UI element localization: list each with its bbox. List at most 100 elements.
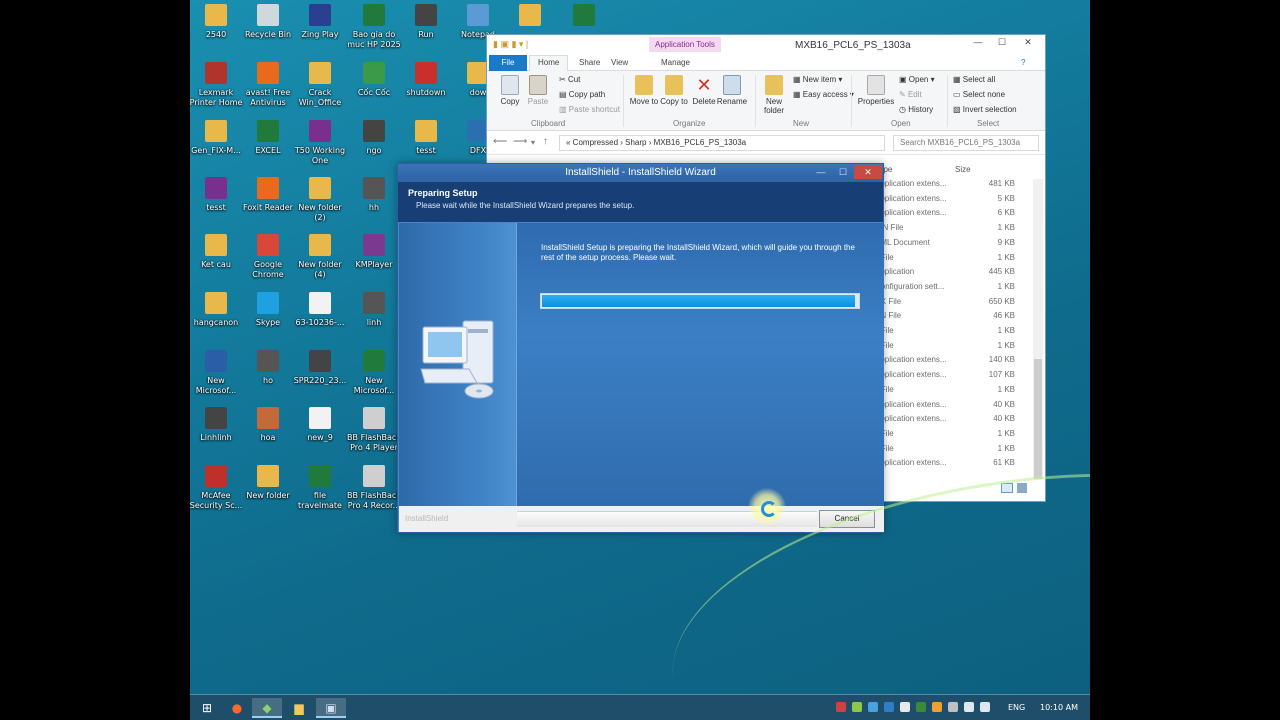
tab-view[interactable]: View xyxy=(611,58,628,67)
cut-button[interactable]: ✂ Cut xyxy=(559,75,580,84)
explorer-title-bar[interactable]: ▮ ▣ ▮ ▾ | Application Tools MXB16_PCL6_P… xyxy=(487,35,1045,55)
start-button-icon[interactable]: ⊞ xyxy=(192,698,222,718)
tray-icon-5[interactable] xyxy=(900,702,910,712)
file-row[interactable]: Application extens... 61 KB xyxy=(875,458,1015,472)
file-row[interactable]: BIN File 1 KB xyxy=(875,223,1015,237)
flashback-recorder-taskbar-icon[interactable]: ▣ xyxy=(316,698,346,718)
up-icon[interactable]: ↑ xyxy=(543,136,548,147)
vertical-scrollbar[interactable] xyxy=(1033,179,1043,479)
file-row[interactable]: ll File 1 KB xyxy=(875,385,1015,399)
desktop-icon[interactable]: ngo xyxy=(346,120,402,156)
tab-file[interactable]: File xyxy=(489,55,527,71)
file-row[interactable]: Application extens... 481 KB xyxy=(875,179,1015,193)
minimize-icon[interactable]: — xyxy=(967,37,989,51)
desktop-icon[interactable]: hoa xyxy=(240,407,296,443)
maximize-icon[interactable]: ☐ xyxy=(991,37,1013,51)
desktop-icon[interactable]: hangcanon xyxy=(190,292,244,328)
file-row[interactable]: Application extens... 40 KB xyxy=(875,414,1015,428)
desktop-icon[interactable] xyxy=(502,4,558,30)
wizard-maximize-icon[interactable]: ☐ xyxy=(832,165,854,179)
tray-icon-4[interactable] xyxy=(884,702,894,712)
properties-button[interactable]: Properties xyxy=(857,73,895,106)
desktop-icon[interactable]: new_9 xyxy=(292,407,348,443)
clock[interactable]: 10:10 AM xyxy=(1040,703,1078,712)
desktop-icon[interactable]: Zing Play xyxy=(292,4,348,40)
new-folder-button[interactable]: New folder xyxy=(757,73,791,115)
language-indicator[interactable]: ENG xyxy=(1008,703,1025,712)
rename-button[interactable]: Rename xyxy=(715,73,749,106)
desktop-icon[interactable]: tesst xyxy=(190,177,244,213)
desktop-icon[interactable]: Gen_FIX-M... xyxy=(190,120,244,156)
desktop-icon[interactable]: New Microsof... xyxy=(346,350,402,396)
file-row[interactable]: Application 445 KB xyxy=(875,267,1015,281)
scrollbar-thumb[interactable] xyxy=(1034,359,1042,479)
desktop-icon[interactable]: 63-10236-... xyxy=(292,292,348,328)
file-row[interactable]: ll File 1 KB xyxy=(875,444,1015,458)
desktop-icon[interactable]: SPR220_23... xyxy=(292,350,348,386)
desktop-icon[interactable]: Run xyxy=(398,4,454,40)
back-icon[interactable]: ⟵ xyxy=(493,136,507,147)
desktop-icon[interactable]: New folder (2) xyxy=(292,177,348,223)
tab-home[interactable]: Home xyxy=(529,55,569,71)
quick-access-toolbar-icon[interactable]: ▮ ▣ ▮ ▾ | xyxy=(493,39,528,50)
desktop-icon[interactable]: Bao gia do muc HP 2025 xyxy=(346,4,402,50)
desktop-icon[interactable]: Linhlinh xyxy=(190,407,244,443)
invert-selection-button[interactable]: ▧ Invert selection xyxy=(953,105,1017,114)
desktop-icon[interactable]: hh xyxy=(346,177,402,213)
file-row[interactable]: ll File 1 KB xyxy=(875,429,1015,443)
file-row[interactable]: ll File 1 KB xyxy=(875,326,1015,340)
desktop-icon[interactable]: Recycle Bin xyxy=(240,4,296,40)
paste-button[interactable]: Paste xyxy=(521,73,555,106)
desktop-icon[interactable]: McAfee Security Sc... xyxy=(190,465,244,511)
address-bar[interactable]: « Compressed › Sharp › MXB16_PCL6_PS_130… xyxy=(559,135,885,151)
desktop-icon[interactable]: New folder (4) xyxy=(292,234,348,280)
desktop-icon[interactable]: Google Chrome xyxy=(240,234,296,280)
desktop-icon[interactable]: file travelmate xyxy=(292,465,348,511)
easy-access-button[interactable]: ▦ Easy access ▾ xyxy=(793,90,854,99)
tray-icon-6[interactable] xyxy=(916,702,926,712)
desktop-icon[interactable]: linh xyxy=(346,292,402,328)
recent-dropdown-icon[interactable]: ▾ xyxy=(531,138,535,147)
desktop-icon[interactable]: ho xyxy=(240,350,296,386)
desktop-icon[interactable] xyxy=(556,4,612,30)
desktop-icon[interactable]: EXCEL xyxy=(240,120,296,156)
desktop-icon[interactable]: Skype xyxy=(240,292,296,328)
desktop-icon[interactable]: BB FlashBack Pro 4 Player xyxy=(346,407,402,453)
file-row[interactable]: Application extens... 140 KB xyxy=(875,355,1015,369)
tab-manage[interactable]: Manage xyxy=(661,58,690,67)
file-row[interactable]: Application extens... 107 KB xyxy=(875,370,1015,384)
desktop-icon[interactable]: Foxit Reader xyxy=(240,177,296,213)
tray-icon-7[interactable] xyxy=(932,702,942,712)
tray-icon-3[interactable] xyxy=(868,702,878,712)
select-all-button[interactable]: ▦ Select all xyxy=(953,75,995,84)
desktop-icon[interactable]: Crack Win_Office xyxy=(292,62,348,108)
tray-icon-2[interactable] xyxy=(852,702,862,712)
file-explorer-taskbar-icon[interactable]: ▆ xyxy=(284,698,314,718)
desktop-icon[interactable]: KMPlayer xyxy=(346,234,402,270)
desktop-icon[interactable]: New Microsof... xyxy=(190,350,244,396)
desktop-icon[interactable]: tesst xyxy=(398,120,454,156)
tray-icon-8[interactable] xyxy=(948,702,958,712)
desktop-icon[interactable]: Lexmark Printer Home xyxy=(190,62,244,108)
desktop-icon[interactable]: avast! Free Antivirus xyxy=(240,62,296,108)
copy-path-button[interactable]: ▤ Copy path xyxy=(559,90,605,99)
close-icon[interactable]: ✕ xyxy=(1017,37,1039,51)
file-row[interactable]: ll File 1 KB xyxy=(875,253,1015,267)
copy-to-button[interactable]: Copy to xyxy=(657,73,691,106)
file-row[interactable]: NX File 650 KB xyxy=(875,297,1015,311)
firefox-taskbar-icon[interactable]: ● xyxy=(222,698,252,718)
desktop-icon[interactable]: shutdown xyxy=(398,62,454,98)
wizard-title-bar[interactable]: InstallShield - InstallShield Wizard — ☐… xyxy=(398,164,883,182)
desktop-icon[interactable]: T50 Working One xyxy=(292,120,348,166)
desktop-icon[interactable]: Cốc Cốc xyxy=(346,62,402,98)
large-icons-view-icon[interactable] xyxy=(1017,483,1027,493)
tray-icon-1[interactable] xyxy=(836,702,846,712)
edit-button[interactable]: ✎ Edit xyxy=(899,90,922,99)
desktop-icon[interactable]: New folder xyxy=(240,465,296,501)
file-row[interactable]: Configuration sett... 1 KB xyxy=(875,282,1015,296)
file-row[interactable]: Application extens... 6 KB xyxy=(875,208,1015,222)
file-row[interactable]: ll File 1 KB xyxy=(875,341,1015,355)
installshield-taskbar-icon[interactable]: ◆ xyxy=(252,698,282,718)
tab-share[interactable]: Share xyxy=(579,58,600,67)
paste-shortcut-button[interactable]: ▥ Paste shortcut xyxy=(559,105,620,114)
